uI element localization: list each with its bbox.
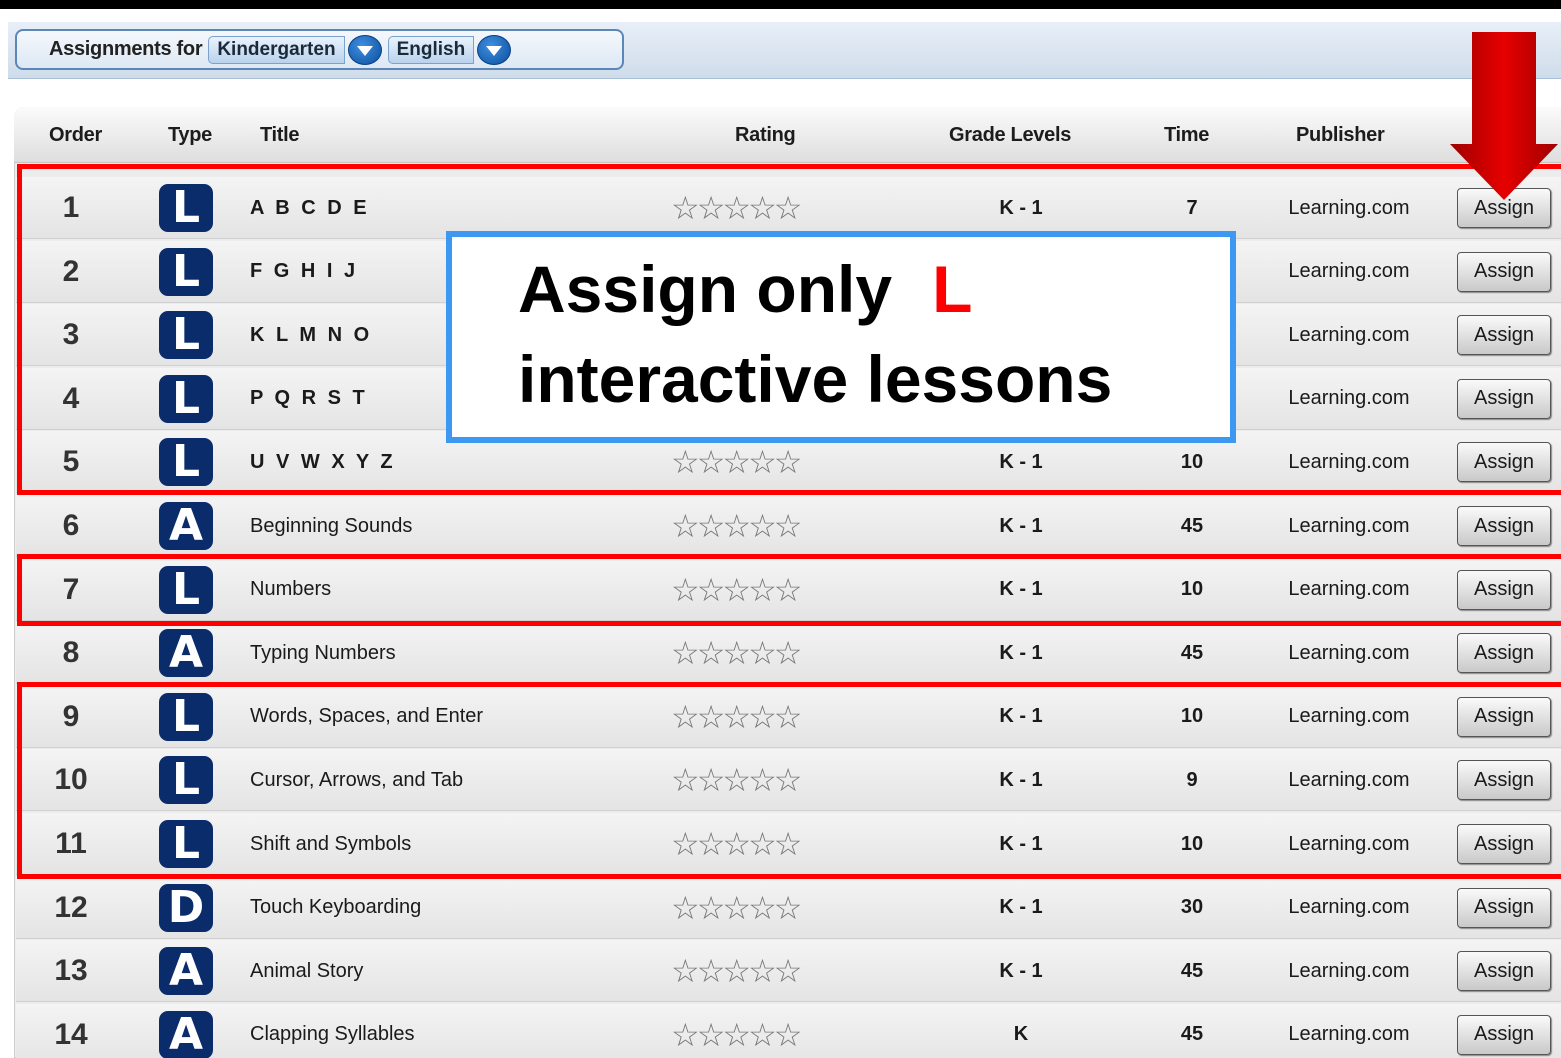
chevron-down-icon[interactable] [347, 34, 382, 65]
time-cell: 45 [1180, 641, 1204, 664]
assign-button[interactable]: Assign [1457, 887, 1551, 928]
rating-stars[interactable]: ☆☆☆☆☆ [671, 940, 871, 1002]
time-cell: 45 [1180, 514, 1204, 537]
table-row[interactable]: 12 D Touch Keyboarding ☆☆☆☆☆ K - 1 30 Learning… [16, 876, 1561, 939]
grade-levels-cell: K - 1 [999, 896, 1043, 919]
table-row[interactable]: 6 A Beginning Sounds ☆☆☆☆☆ K - 1 45 Learning.c… [16, 495, 1561, 557]
callout-text: Assign only [518, 252, 893, 326]
publisher-cell: Learning.com [1288, 1023, 1410, 1046]
lesson-type-icon: A [159, 629, 213, 678]
title-cell[interactable]: Touch Keyboarding [250, 877, 670, 939]
type-cell: A [158, 495, 214, 557]
table-row[interactable]: 13 A Animal Story ☆☆☆☆☆ K - 1 45 Learning.com A… [16, 940, 1561, 1003]
type-cell: A [158, 940, 214, 1002]
lesson-type-icon: A [159, 502, 213, 550]
callout-line-2: interactive lessons [518, 342, 1113, 416]
publisher-cell: Learning.com [1288, 514, 1410, 537]
column-header-order[interactable]: Order [49, 124, 102, 147]
table-row[interactable]: 14 A Clapping Syllables ☆☆☆☆☆ K 45 Learning.co… [16, 1003, 1561, 1058]
lesson-type-icon: A [159, 1010, 213, 1058]
top-rule [0, 0, 1561, 9]
order-cell: 6 [62, 509, 80, 542]
publisher-cell: Learning.com [1288, 641, 1410, 664]
column-header-time[interactable]: Time [1164, 124, 1209, 147]
time-cell: 30 [1180, 896, 1204, 919]
assign-cell: Assign [1456, 622, 1552, 684]
highlight-box-row-7 [17, 554, 1561, 626]
grade-levels-cell: K [1013, 1023, 1029, 1046]
language-dropdown[interactable]: English [387, 34, 512, 65]
grade-levels-cell: K - 1 [999, 959, 1043, 982]
down-arrow-icon [1450, 32, 1558, 200]
column-header-publisher[interactable]: Publisher [1296, 124, 1385, 147]
callout-line-1: Assign only L [518, 251, 972, 327]
type-cell: A [158, 622, 214, 684]
lesson-type-icon: D [159, 883, 213, 932]
assign-cell: Assign [1456, 495, 1552, 557]
title-cell[interactable]: Clapping Syllables [250, 1004, 670, 1058]
grade-levels-cell: K - 1 [999, 514, 1043, 537]
order-cell: 14 [54, 1017, 88, 1051]
order-cell: 13 [54, 954, 88, 988]
time-cell: 45 [1180, 959, 1204, 982]
grade-dropdown-value[interactable]: Kindergarten [208, 35, 345, 64]
rating-stars[interactable]: ☆☆☆☆☆ [671, 495, 871, 557]
rating-stars[interactable]: ☆☆☆☆☆ [671, 877, 871, 939]
assign-cell: Assign [1456, 940, 1552, 1002]
title-cell[interactable]: Animal Story [250, 940, 670, 1002]
rating-stars[interactable]: ☆☆☆☆☆ [671, 622, 871, 684]
order-cell: 8 [62, 636, 80, 670]
title-cell[interactable]: Beginning Sounds [250, 495, 670, 557]
title-cell[interactable]: Typing Numbers [250, 622, 670, 684]
highlight-box-rows-9-11 [17, 682, 1561, 879]
assign-cell: Assign [1456, 877, 1552, 939]
rating-stars[interactable]: ☆☆☆☆☆ [671, 1004, 871, 1058]
language-dropdown-value[interactable]: English [387, 35, 475, 64]
column-header-title[interactable]: Title [260, 124, 300, 147]
assign-button[interactable]: Assign [1457, 1014, 1551, 1055]
publisher-cell: Learning.com [1288, 896, 1410, 919]
assignments-filter: Assignments for Kindergarten English [15, 29, 624, 70]
callout-highlight-letter: L [932, 252, 973, 326]
assign-button[interactable]: Assign [1457, 506, 1551, 546]
grade-dropdown[interactable]: Kindergarten [208, 34, 382, 65]
lesson-type-icon: A [159, 947, 213, 996]
time-cell: 45 [1180, 1023, 1204, 1046]
type-cell: D [158, 877, 214, 939]
instruction-callout: Assign only L interactive lessons [446, 231, 1236, 443]
chevron-down-icon[interactable] [477, 34, 512, 65]
column-header-type[interactable]: Type [168, 124, 212, 147]
grade-levels-cell: K - 1 [999, 641, 1043, 664]
table-row[interactable]: 8 A Typing Numbers ☆☆☆☆☆ K - 1 45 Learning.com… [16, 622, 1561, 685]
publisher-cell: Learning.com [1288, 959, 1410, 982]
assign-cell: Assign [1456, 1004, 1552, 1058]
order-cell: 12 [54, 890, 88, 924]
type-cell: A [158, 1004, 214, 1058]
assignments-for-label: Assignments for [49, 38, 203, 60]
assign-button[interactable]: Assign [1457, 633, 1551, 674]
assign-button[interactable]: Assign [1457, 951, 1551, 992]
column-header-grade-levels[interactable]: Grade Levels [949, 124, 1071, 147]
column-header-rating[interactable]: Rating [735, 124, 796, 147]
